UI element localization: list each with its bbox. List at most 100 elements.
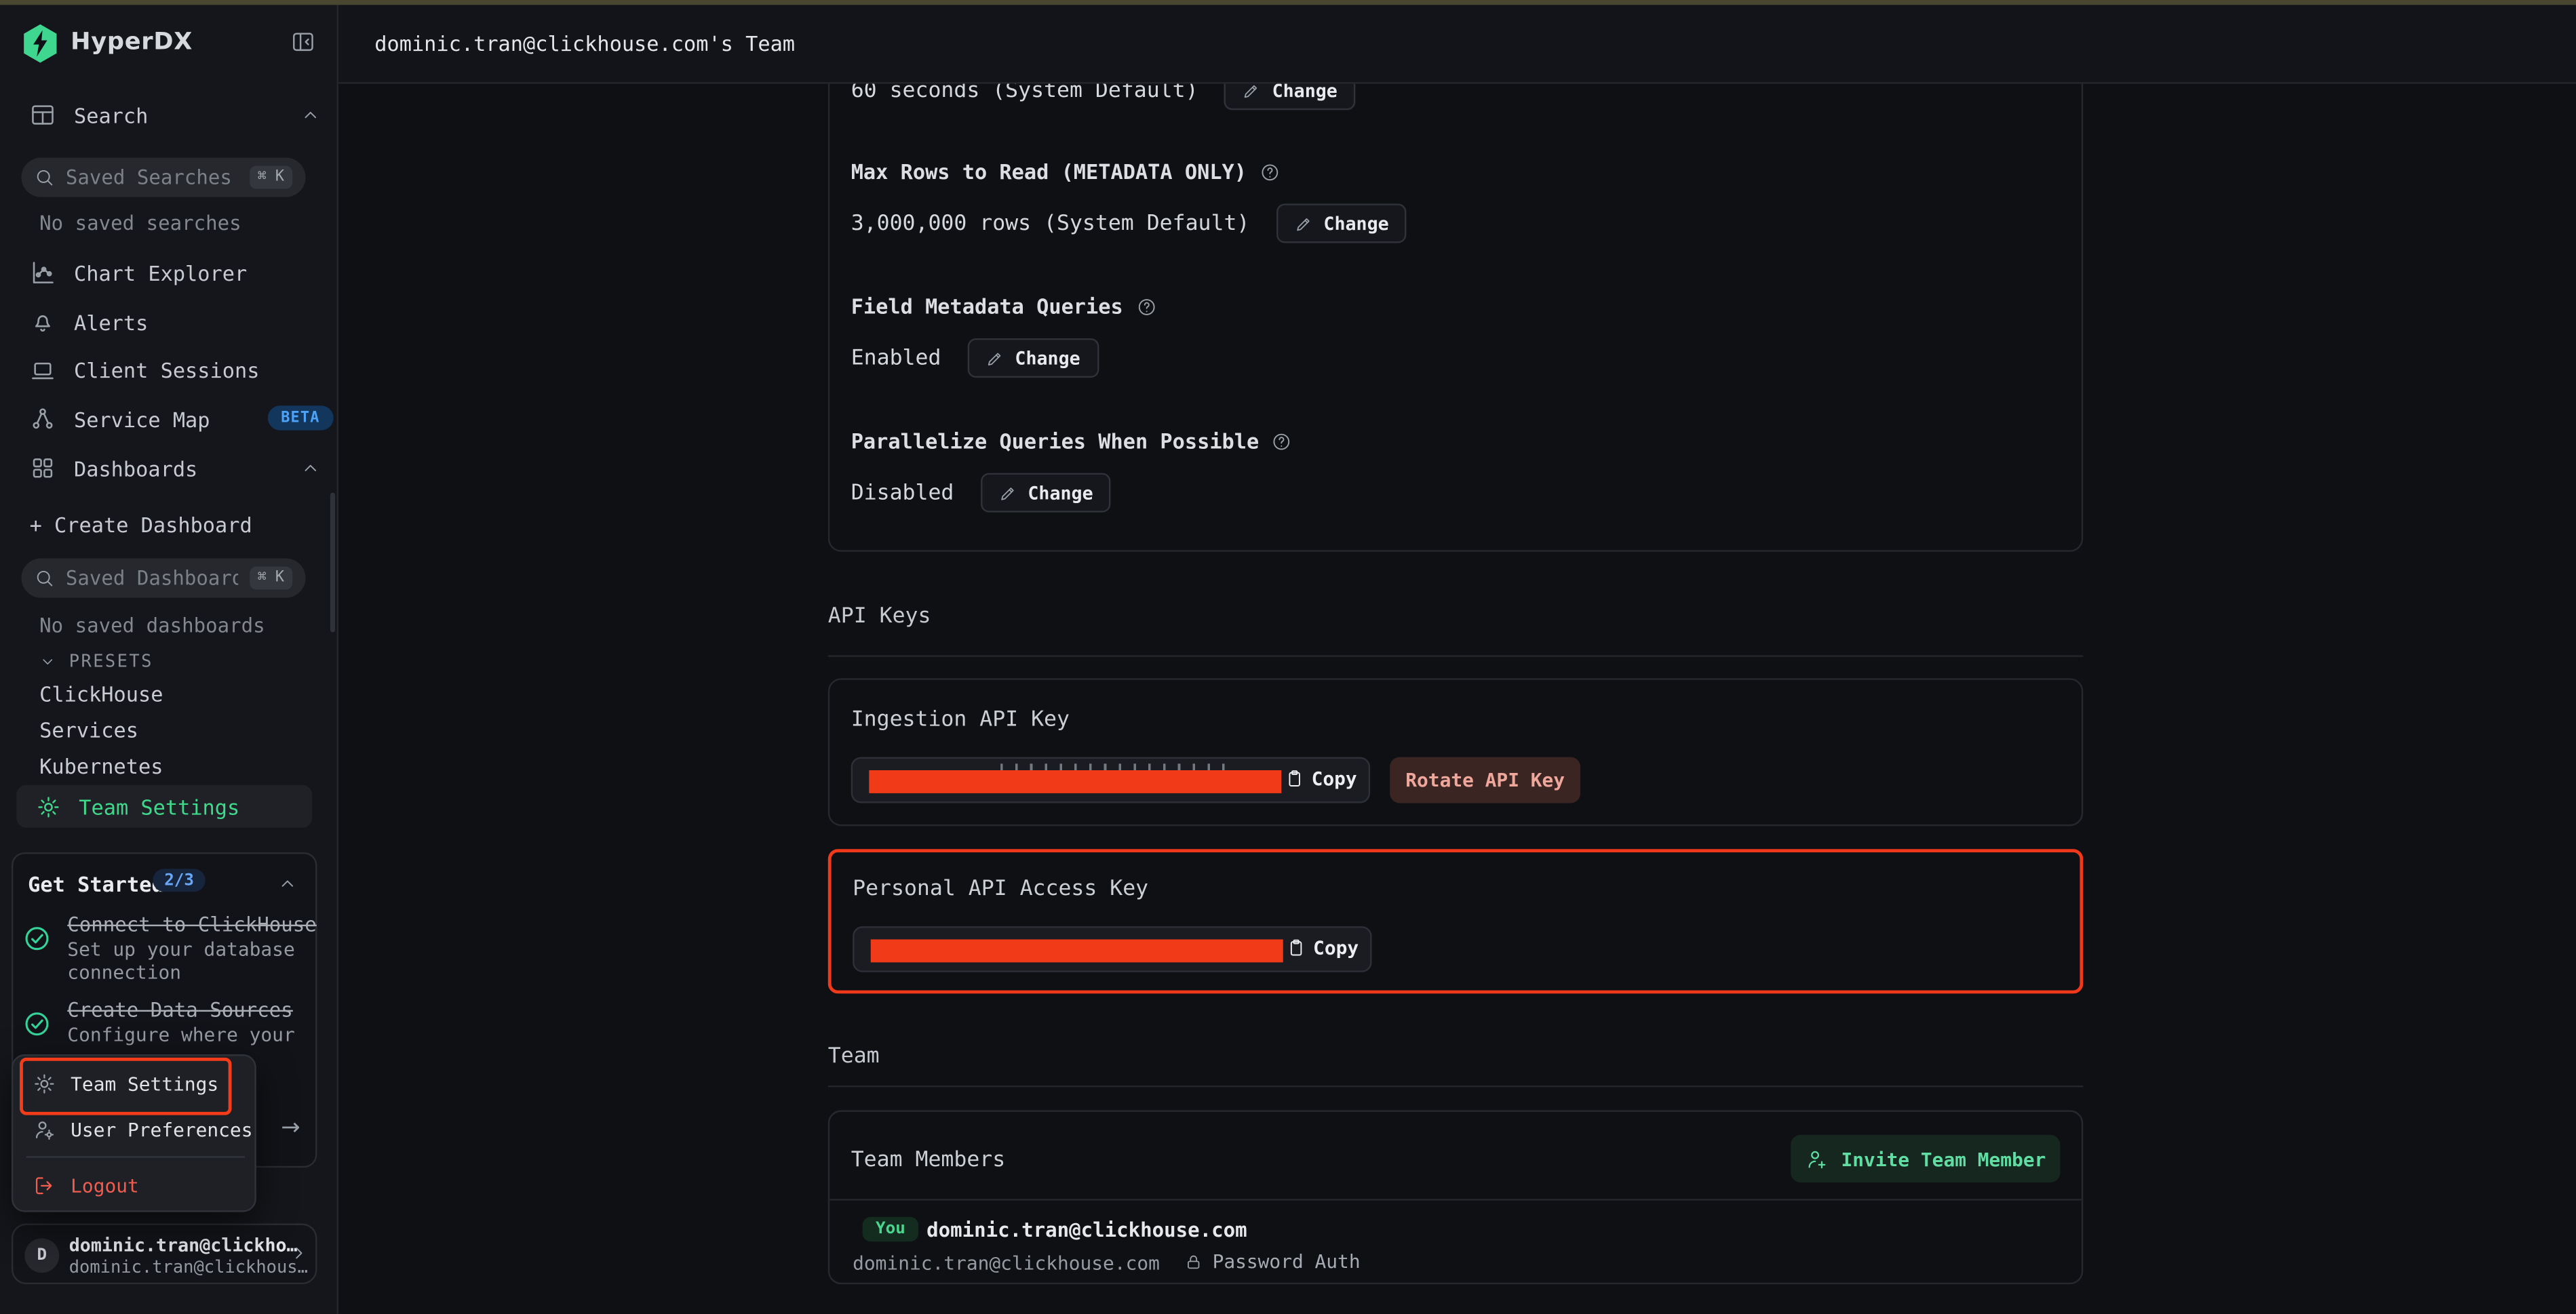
copy-button[interactable]: Copy [1287,936,1359,959]
gear-icon [33,1073,56,1096]
preset-item-kubernetes[interactable]: Kubernetes [39,754,163,778]
shortcut-badge: ⌘ K [250,166,293,189]
rotate-api-key-button[interactable]: Rotate API Key [1390,757,1580,803]
sidebar-item-service-map[interactable]: Service Map BETA [30,399,210,439]
presets-toggle[interactable]: PRESETS [39,642,153,681]
section-divider [828,1086,2084,1087]
chevron-up-icon[interactable] [300,105,320,125]
check-circle-icon [23,925,51,953]
menu-item-label: Logout [71,1174,139,1197]
max-rows-row: 3,000,000 rows (System Default) Change [851,203,1407,243]
menu-item-logout[interactable]: Logout [13,1163,254,1209]
change-button[interactable]: Change [967,338,1098,378]
service-map-icon [30,405,56,432]
member-auth: Password Auth [1184,1250,1360,1273]
team-section-title: Team [828,1045,880,1069]
sidebar-item-team-settings-active[interactable]: Team Settings [16,785,312,828]
redaction-bar [869,770,1281,793]
sidebar-item-label: Chart Explorer [74,260,247,285]
next-arrow[interactable]: → [281,1115,300,1142]
change-button[interactable]: Change [1276,203,1407,243]
create-dashboard-button[interactable]: + Create Dashboard [30,504,252,544]
sidebar-item-alerts[interactable]: Alerts [30,302,149,342]
personal-key-field[interactable]: Copy [853,926,1371,972]
menu-item-label: User Preferences [71,1119,252,1142]
main-header: dominic.tran@clickhouse.com's Team [337,0,2576,84]
saved-searches-input[interactable]: Saved Searches ⌘ K [21,158,305,197]
change-button[interactable]: Change [980,473,1111,513]
section-divider [828,655,2084,656]
help-icon[interactable] [1272,431,1292,451]
setting-label-field-metadata: Field Metadata Queries [851,294,1156,319]
help-icon[interactable] [1136,296,1156,316]
pencil-icon [998,483,1017,502]
parallelize-row: Disabled Change [851,473,1112,513]
setting-label-max-rows: Max Rows to Read (METADATA ONLY) [851,159,1280,184]
user-plus-icon [1805,1147,1828,1170]
user-name: dominic.tran@clickho… [69,1235,298,1256]
clipboard-icon [1287,938,1306,957]
ingestion-key-field[interactable]: Copy [851,757,1370,803]
sidebar: HyperDX Search Saved Searches ⌘ K No sav… [0,0,338,1314]
sidebar-item-chart-explorer[interactable]: Chart Explorer [30,253,248,292]
search-icon [35,568,54,588]
copy-button[interactable]: Copy [1285,767,1357,790]
field-metadata-row: Enabled Change [851,338,1099,378]
personal-api-key-card-annotated: Personal API Access Key Copy [828,849,2084,993]
saved-dashboards-placeholder: Saved Dashboards [66,567,238,590]
progress-badge: 2/3 [153,869,206,892]
sidebar-item-label: Alerts [74,310,148,334]
sidebar-item-label: Search [74,102,148,127]
user-account-card[interactable]: D dominic.tran@clickho… dominic.tran@cli… [12,1224,317,1285]
sidebar-item-label: Client Sessions [74,358,259,382]
app-title: HyperDX [71,30,193,56]
main-area: 60 seconds (System Default) Change Max R… [337,0,2576,1314]
chevron-up-icon[interactable] [300,458,320,478]
bell-icon [30,308,56,335]
pencil-icon [985,349,1004,367]
no-saved-searches-text: No saved searches [39,212,241,235]
chevron-up-icon[interactable] [277,874,297,894]
menu-divider [26,1156,245,1157]
card-divider [830,1199,2082,1200]
task-title[interactable]: Create Data Sources [67,999,293,1022]
task-subtitle: Configure where your [67,1023,294,1046]
pencil-icon [1294,214,1312,233]
preset-item-clickhouse[interactable]: ClickHouse [39,681,163,706]
menu-item-label: Team Settings [71,1073,218,1096]
beta-badge: BETA [268,405,333,430]
sidebar-scrollbar-thumb[interactable] [330,493,335,633]
clipboard-icon [1285,769,1305,789]
get-started-title: Get Started [28,872,164,896]
help-icon[interactable] [1260,162,1279,182]
saved-dashboards-input[interactable]: Saved Dashboards ⌘ K [21,559,305,598]
setting-value: 3,000,000 rows (System Default) [851,211,1250,235]
sidebar-item-search[interactable]: Search [30,95,149,134]
hyperdx-logo-icon [21,23,59,64]
setting-value: Disabled [851,480,954,504]
logo-row: HyperDX [0,0,337,85]
sidebar-item-label: Team Settings [79,794,239,818]
search-section-icon [30,102,56,128]
connection-settings-card: 60 seconds (System Default) Change Max R… [828,82,2084,552]
dashboards-icon [30,455,56,481]
task-subtitle: connection [67,961,181,984]
laptop-icon [30,357,56,384]
menu-item-team-settings[interactable]: Team Settings [13,1061,254,1107]
pencil-icon [1243,81,1261,100]
presets-label: PRESETS [69,652,153,672]
sidebar-item-label: Service Map [74,406,210,431]
sidebar-item-dashboards[interactable]: Dashboards [30,448,198,487]
task-title[interactable]: Connect to ClickHouse [67,913,316,936]
chevron-right-icon [289,1243,309,1263]
sidebar-item-client-sessions[interactable]: Client Sessions [30,351,260,390]
invite-team-member-button[interactable]: Invite Team Member [1791,1135,2060,1182]
sidebar-collapse-icon[interactable] [291,30,315,54]
redacted-key-ghost [1000,763,1230,770]
shortcut-badge: ⌘ K [250,567,293,590]
preset-item-services[interactable]: Services [39,717,138,742]
member-email: dominic.tran@clickhouse.com [853,1252,1160,1275]
avatar: D [24,1238,59,1273]
menu-item-user-preferences[interactable]: User Preferences [13,1107,254,1153]
account-menu-popup: Team Settings User Preferences Logout [12,1054,256,1212]
